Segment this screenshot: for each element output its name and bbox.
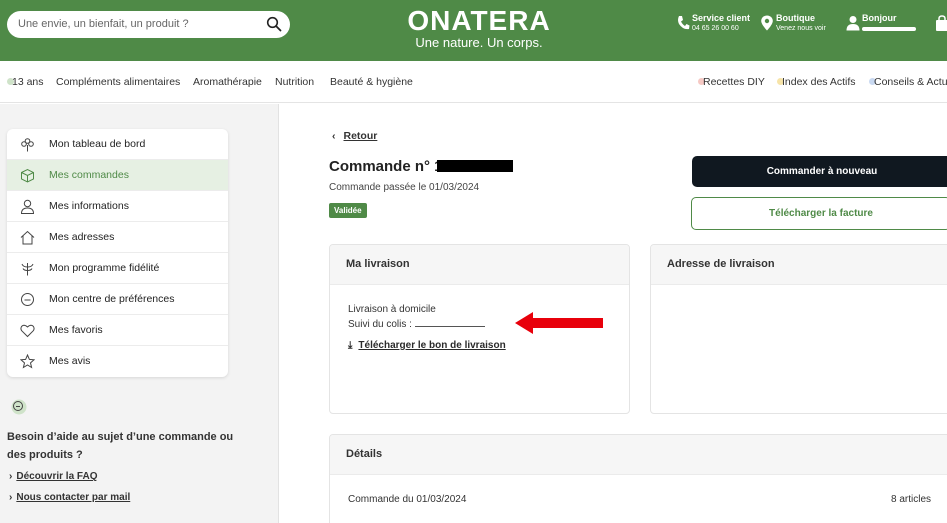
box-icon — [21, 168, 34, 183]
sidebar-item-dashboard[interactable]: Mon tableau de bord — [7, 129, 228, 160]
details-card: Détails — [329, 434, 947, 523]
account-menu: Mon tableau de bord Mes commandes Mes in… — [7, 129, 228, 377]
red-arrow-annotation — [515, 312, 603, 334]
site-header: Une envie, un bienfait, un produit ? ONA… — [0, 0, 947, 61]
status-badge: Validée — [329, 203, 367, 218]
delivery-mode: Livraison à domicile — [348, 304, 436, 315]
sidebar-item-label: Mes adresses — [49, 231, 115, 243]
sidebar-item-label: Mes avis — [49, 355, 91, 367]
home-icon — [20, 230, 35, 245]
phone-icon — [678, 16, 690, 30]
account-greeting: Bonjour — [862, 13, 897, 23]
sidebar-item-loyalty[interactable]: Mon programme fidélité — [7, 253, 228, 284]
service-client-phone: 04 65 26 00 60 — [692, 25, 739, 32]
nav-item-13-ans[interactable]: 13 ans — [12, 76, 44, 88]
sidebar-item-label: Mon programme fidélité — [49, 262, 160, 274]
location-pin-icon — [761, 15, 773, 31]
sidebar-item-addresses[interactable]: Mes adresses — [7, 222, 228, 253]
sidebar-item-informations[interactable]: Mes informations — [7, 191, 228, 222]
plant-icon — [21, 263, 34, 276]
nav-item-beaute[interactable]: Beauté & hygiène — [330, 76, 413, 88]
user-icon — [20, 199, 35, 214]
details-card-header: Détails — [330, 435, 947, 475]
search-input[interactable]: Une envie, un bienfait, un produit ? — [18, 18, 189, 30]
nav-item-index-actifs[interactable]: Index des Actifs — [782, 76, 856, 88]
details-article-count: 8 articles — [891, 494, 932, 505]
sidebar-item-orders[interactable]: Mes commandes — [7, 160, 228, 191]
boutique-sub: Venez nous voir — [776, 25, 826, 32]
logo-wordmark: ONATERA — [407, 5, 551, 36]
address-card-header: Adresse de livraison — [651, 245, 947, 285]
faq-link[interactable]: › Découvrir la FAQ — [9, 471, 97, 482]
chevron-right-icon: › — [9, 492, 13, 503]
delivery-card-title: Ma livraison — [346, 258, 410, 270]
tracking-label: Suivi du colis : — [348, 319, 412, 330]
address-card-title: Adresse de livraison — [667, 258, 775, 270]
account-sidebar: Mon tableau de bord Mes commandes Mes in… — [0, 104, 279, 523]
sidebar-item-label: Mes commandes — [49, 169, 129, 181]
order-title: Commande n° 1 — [329, 158, 443, 175]
contact-link[interactable]: › Nous contacter par mail — [9, 492, 130, 503]
redacted-username — [862, 27, 916, 31]
sidebar-item-reviews[interactable]: Mes avis — [7, 346, 228, 377]
sidebar-item-label: Mon tableau de bord — [49, 138, 146, 150]
user-icon — [846, 16, 860, 31]
help-title: Besoin d’aide au sujet d’une commande ou… — [7, 431, 234, 461]
back-link[interactable]: ‹ Retour — [332, 130, 377, 142]
settings-circle-icon — [21, 293, 34, 306]
logo-tagline: Une nature. Un corps. — [415, 35, 543, 50]
order-date: Commande passée le 01/03/2024 — [329, 182, 480, 193]
sidebar-item-preferences[interactable]: Mon centre de préférences — [7, 284, 228, 315]
nav-item-aromatherapie[interactable]: Aromathérapie — [193, 76, 262, 88]
category-nav: 13 ans Compléments alimentaires Aromathé… — [0, 61, 947, 103]
download-delivery-note-link[interactable]: ⤓ Télécharger le bon de livraison — [348, 340, 506, 351]
back-link-label: Retour — [343, 130, 378, 142]
redacted-tracking-number — [415, 326, 485, 327]
search-icon[interactable] — [266, 16, 282, 32]
nav-item-recettes[interactable]: Recettes DIY — [703, 76, 765, 88]
nav-item-nutrition[interactable]: Nutrition — [275, 76, 314, 88]
sidebar-item-label: Mes informations — [49, 200, 129, 212]
sidebar-item-label: Mes favoris — [49, 324, 103, 336]
faq-link-label: Découvrir la FAQ — [16, 471, 98, 482]
shopping-bag-icon[interactable] — [935, 15, 947, 32]
reorder-button[interactable]: Commander à nouveau — [692, 156, 947, 187]
flower-icon — [21, 138, 34, 152]
chevron-left-icon: ‹ — [332, 130, 336, 142]
star-icon — [20, 354, 35, 369]
nav-item-conseils[interactable]: Conseils & Actu — [874, 76, 947, 88]
help-chat-icon — [11, 399, 27, 415]
download-invoice-button[interactable]: Télécharger la facture — [691, 197, 947, 230]
delivery-card-header: Ma livraison — [330, 245, 629, 285]
download-icon: ⤓ — [348, 340, 353, 351]
nav-item-complements[interactable]: Compléments alimentaires — [56, 76, 180, 88]
service-client-title: Service client — [692, 13, 751, 23]
sidebar-item-label: Mon centre de préférences — [49, 293, 175, 305]
details-order-line: Commande du 01/03/2024 — [348, 494, 467, 505]
boutique-title: Boutique — [776, 13, 815, 23]
heart-icon — [20, 324, 35, 338]
logo[interactable]: ONATERA Une nature. Un corps. — [406, 6, 552, 50]
details-card-title: Détails — [346, 448, 383, 460]
search-bar[interactable]: Une envie, un bienfait, un produit ? — [7, 11, 290, 38]
sidebar-item-favorites[interactable]: Mes favoris — [7, 315, 228, 346]
chevron-right-icon: › — [9, 471, 13, 482]
redacted-order-number — [437, 160, 513, 172]
address-card: Adresse de livraison — [650, 244, 947, 414]
contact-link-label: Nous contacter par mail — [16, 492, 131, 503]
download-delivery-note-label: Télécharger le bon de livraison — [358, 340, 506, 351]
